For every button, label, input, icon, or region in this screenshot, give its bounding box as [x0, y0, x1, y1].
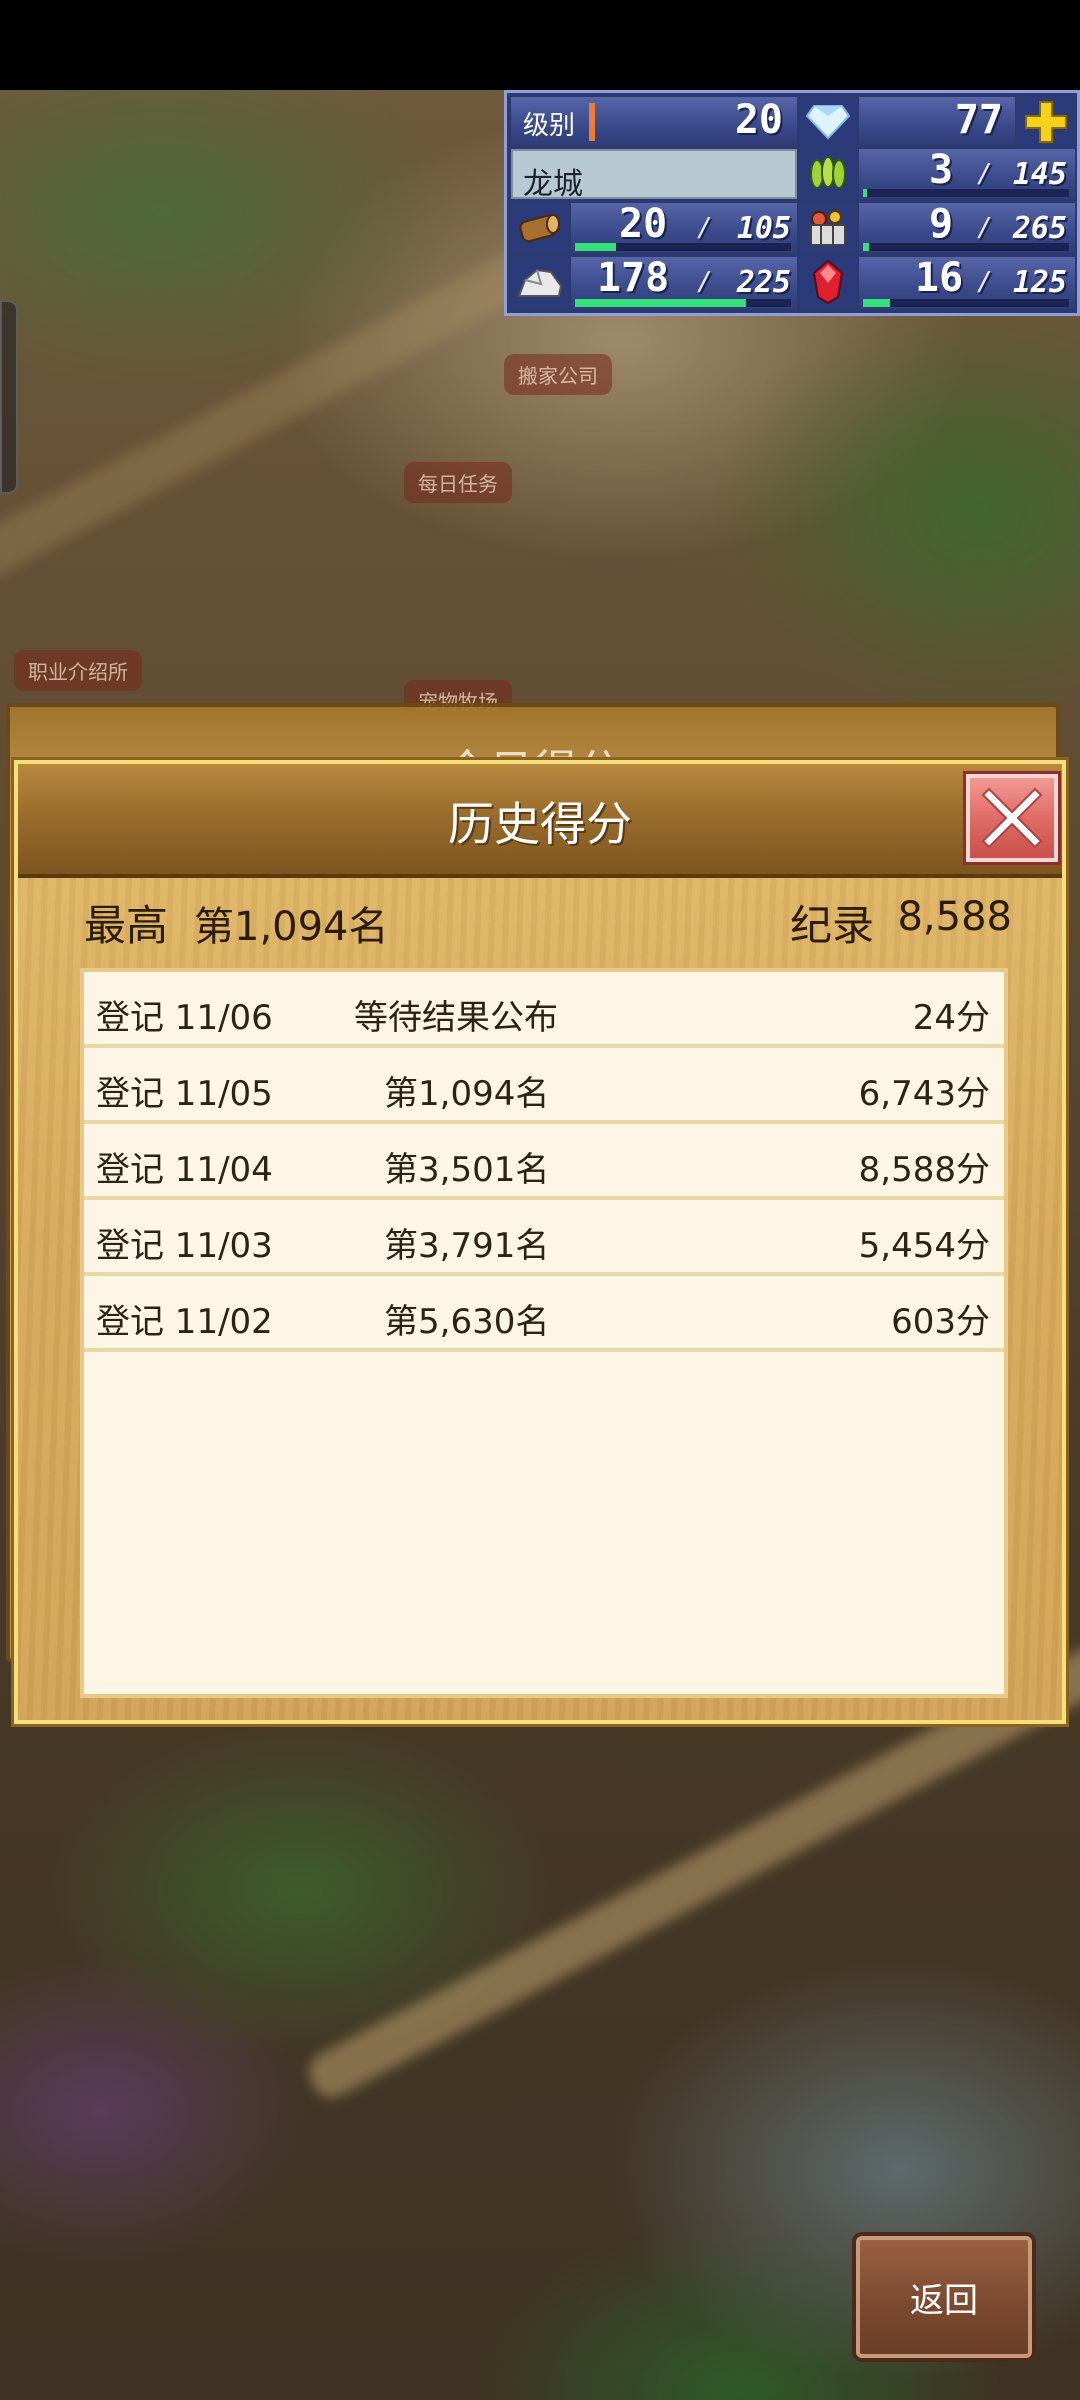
- close-icon: [981, 787, 1043, 849]
- entry-score: 24分: [912, 998, 990, 1038]
- entry-score: 6,743分: [858, 1074, 990, 1114]
- entry-rank: 第3,791名: [384, 1226, 550, 1266]
- entry-score: 5,454分: [858, 1226, 990, 1266]
- list-item: 登记 11/05 第1,094名 6,743分: [84, 1048, 1004, 1124]
- level-accent: [589, 103, 595, 141]
- ore-slash: /: [697, 267, 713, 297]
- wood-max: 105: [736, 211, 791, 246]
- status-bar: [0, 0, 1080, 90]
- gem-count-panel: 77: [859, 97, 1015, 145]
- ruby-panel: 16 / 125: [859, 255, 1075, 309]
- town-name-panel: 龙城: [511, 149, 797, 202]
- wood-bar: [575, 243, 791, 251]
- grain-slash: /: [977, 159, 993, 189]
- side-drawer-handle[interactable]: [0, 300, 18, 494]
- list-item: 登记 11/04 第3,501名 8,588分: [84, 1124, 1004, 1200]
- history-list[interactable]: 登记 11/06 等待结果公布 24分 登记 11/05 第1,094名 6,7…: [80, 968, 1008, 1698]
- entry-date: 登记 11/02: [96, 1302, 273, 1342]
- best-label: 最高: [84, 901, 169, 950]
- grain-max: 145: [1012, 157, 1067, 192]
- grain-bar-fill: [863, 189, 868, 197]
- entry-rank: 第5,630名: [384, 1302, 550, 1342]
- ruby-current: 16: [915, 255, 964, 301]
- ore-current: 178: [597, 255, 670, 301]
- score-summary: 最高 第1,094名 纪录 8,588: [18, 892, 1062, 962]
- grain-panel: 3 / 145: [859, 147, 1075, 199]
- back-button[interactable]: 返回: [856, 2236, 1032, 2358]
- food-panel: 9 / 265: [859, 201, 1075, 253]
- wood-bar-fill: [575, 243, 617, 251]
- dialog-header: 历史得分: [18, 764, 1062, 878]
- entry-date: 登记 11/03: [96, 1226, 273, 1266]
- wood-slash: /: [697, 213, 713, 243]
- town-name: 龙城: [523, 167, 583, 202]
- dialog-title: 历史得分: [448, 797, 632, 851]
- ruby-slash: /: [977, 267, 993, 297]
- food-basket-icon: [799, 203, 857, 253]
- close-button[interactable]: [966, 774, 1058, 862]
- ruby-max: 125: [1012, 265, 1067, 300]
- entry-rank: 第1,094名: [384, 1074, 550, 1114]
- record-label: 纪录: [790, 901, 875, 950]
- level-value: 20: [734, 97, 783, 143]
- entry-date: 登记 11/06: [96, 998, 273, 1038]
- ore-bar: [575, 299, 791, 307]
- list-item: 登记 11/02 第5,630名 603分: [84, 1276, 1004, 1352]
- ruby-bar: [863, 299, 1069, 307]
- map-label-job-agency[interactable]: 职业介绍所: [14, 650, 142, 691]
- grain-current: 3: [929, 147, 954, 193]
- gem-count: 77: [954, 97, 1003, 143]
- wood-log-icon: [511, 203, 569, 253]
- ruby-icon: [799, 257, 857, 307]
- food-bar: [863, 243, 1069, 251]
- ore-bar-fill: [575, 299, 746, 307]
- map-label-moving-company[interactable]: 搬家公司: [504, 354, 612, 395]
- best-rank: 第1,094名: [194, 904, 389, 950]
- ore-panel: 178 / 225: [571, 255, 797, 309]
- food-current: 9: [929, 201, 954, 247]
- entry-score: 603分: [891, 1302, 990, 1342]
- add-gems-button[interactable]: [1017, 97, 1075, 147]
- entry-status: 等待结果公布: [354, 998, 558, 1038]
- food-bar-fill: [863, 243, 870, 251]
- entry-score: 8,588分: [858, 1150, 990, 1190]
- resource-hud: 级别 20 77 龙城 3 / 145 20 / 105 9 / 265 178…: [504, 90, 1080, 316]
- food-max: 265: [1012, 211, 1067, 246]
- list-item: 登记 11/06 等待结果公布 24分: [84, 972, 1004, 1048]
- food-slash: /: [977, 213, 993, 243]
- entry-date: 登记 11/04: [96, 1150, 273, 1190]
- history-score-dialog: 历史得分 最高 第1,094名 纪录 8,588 登记 11/06 等待结果公布…: [14, 760, 1066, 1724]
- map-label-daily-tasks[interactable]: 每日任务: [404, 462, 512, 503]
- list-item: 登记 11/03 第3,791名 5,454分: [84, 1200, 1004, 1276]
- record-value: 8,588: [897, 894, 1012, 940]
- entry-date: 登记 11/05: [96, 1074, 273, 1114]
- ruby-bar-fill: [863, 299, 890, 307]
- wood-current: 20: [619, 201, 668, 247]
- level-panel: 级别 20: [511, 97, 797, 145]
- wood-panel: 20 / 105: [571, 201, 797, 253]
- diamond-icon: [799, 97, 857, 147]
- level-label: 级别: [523, 111, 576, 141]
- ore-rock-icon: [511, 257, 569, 307]
- grain-icon: [799, 149, 857, 199]
- entry-rank: 第3,501名: [384, 1150, 550, 1190]
- ore-max: 225: [736, 265, 791, 300]
- plus-icon: [1025, 101, 1067, 143]
- grain-bar: [863, 189, 1069, 197]
